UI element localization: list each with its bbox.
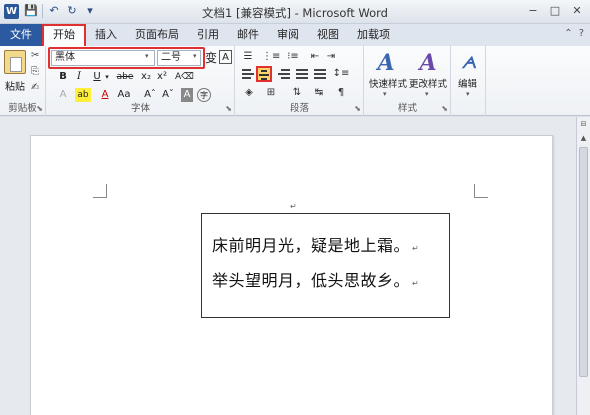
poem-line-1[interactable]: 床前明月光，疑是地上霜。 ↵: [212, 232, 419, 256]
group-editing: ᗅ 编辑 ▾: [452, 46, 486, 116]
poem-text-box[interactable]: 床前明月光，疑是地上霜。 ↵ 举头望明月，低头思故乡。 ↵: [201, 213, 450, 318]
italic-button[interactable]: I: [73, 70, 85, 84]
superscript-button[interactable]: x²: [155, 70, 169, 84]
group-paragraph: ☰ ⋮≡ ⁝≡ ⇤ ⇥ ↕≡ ◈ ⊞ ⇅ ↹ ¶ 段落 ⬊: [236, 46, 364, 116]
tab-file[interactable]: 文件: [0, 24, 42, 46]
strikethrough-button[interactable]: abe: [115, 70, 135, 84]
change-styles-dropdown-icon[interactable]: ▾: [425, 90, 429, 98]
numbering-icon[interactable]: ⋮≡: [262, 50, 280, 64]
tab-references[interactable]: 引用: [188, 24, 228, 46]
multilevel-list-icon[interactable]: ⁝≡: [284, 50, 302, 64]
underline-button[interactable]: U: [91, 70, 103, 84]
window-controls: − □ ✕: [526, 4, 584, 18]
paragraph-launcher-icon[interactable]: ⬊: [354, 104, 361, 113]
tab-review[interactable]: 审阅: [268, 24, 308, 46]
format-painter-icon[interactable]: ✍: [31, 82, 39, 93]
help-icon[interactable]: ?: [579, 28, 584, 39]
decrease-indent-icon[interactable]: ⇤: [308, 50, 322, 64]
show-marks-icon[interactable]: ¶: [334, 86, 348, 100]
minimize-button[interactable]: −: [526, 4, 540, 18]
align-left-button[interactable]: [240, 67, 256, 83]
tab-page-layout[interactable]: 页面布局: [126, 24, 188, 46]
paste-button-label[interactable]: 粘贴: [4, 78, 26, 93]
quick-access-toolbar: 💾 ↶ ↻ ▾: [24, 3, 97, 19]
margin-corner-top-right: [474, 184, 488, 198]
line-spacing-icon[interactable]: ↕≡: [332, 67, 350, 81]
bullets-icon[interactable]: ☰: [240, 50, 256, 64]
redo-icon[interactable]: ↻: [65, 3, 79, 19]
scroll-up-icon[interactable]: ▲: [579, 133, 588, 143]
clear-formatting-icon[interactable]: A⌫: [175, 70, 194, 84]
borders-icon[interactable]: ⊞: [262, 86, 280, 100]
increase-indent-icon[interactable]: ⇥: [324, 50, 338, 64]
quick-styles-icon[interactable]: A: [373, 50, 399, 76]
styles-launcher-icon[interactable]: ⬊: [441, 104, 448, 113]
poem-line-2[interactable]: 举头望明月，低头思故乡。 ↵: [212, 267, 419, 291]
paragraph-mark: ↵: [412, 244, 420, 253]
scroll-thumb[interactable]: [579, 147, 588, 377]
qat-customize-icon[interactable]: ▾: [83, 3, 97, 19]
quick-styles-dropdown-icon[interactable]: ▾: [383, 90, 387, 98]
find-replace-icon[interactable]: ᗅ: [456, 50, 482, 76]
ribbon-tabs: 开始 插入 页面布局 引用 邮件 审阅 视图 加载项: [42, 24, 399, 46]
group-clipboard: 粘贴 ✂ ⎘ ✍ 剪贴板 ⬊: [0, 46, 46, 116]
close-button[interactable]: ✕: [570, 4, 584, 18]
ribbon-tab-row: 文件 开始 插入 页面布局 引用 邮件 审阅 视图 加载项 ⌃ ?: [0, 24, 590, 46]
minimize-ribbon-icon[interactable]: ⌃: [564, 28, 572, 39]
clipboard-launcher-icon[interactable]: ⬊: [36, 104, 43, 113]
styles-group-label: 样式: [397, 103, 417, 114]
empty-paragraph-mark: ↵: [290, 202, 297, 211]
group-font: 黑体 ▾ 二号 ▾ 变 A B I U ▾ abe x₂ x² A⌫ A ab …: [47, 46, 235, 116]
tabrow-right: ⌃ ?: [564, 28, 584, 39]
phonetic-guide-icon[interactable]: 变: [204, 51, 218, 65]
ribbon: 粘贴 ✂ ⎘ ✍ 剪贴板 ⬊ 黑体 ▾ 二号 ▾ 变 A B I U ▾ abe…: [0, 46, 590, 116]
editing-dropdown-icon[interactable]: ▾: [466, 90, 470, 98]
undo-icon[interactable]: ↶: [47, 3, 61, 19]
save-icon[interactable]: 💾: [24, 3, 38, 19]
change-styles-label[interactable]: 更改样式: [409, 76, 447, 90]
tab-insert[interactable]: 插入: [86, 24, 126, 46]
font-name-select[interactable]: 黑体: [51, 50, 155, 66]
word-app-icon[interactable]: W: [4, 4, 19, 19]
group-styles: A 快速样式 ▾ A 更改样式 ▾ 样式 ⬊: [365, 46, 451, 116]
copy-icon[interactable]: ⎘: [31, 66, 39, 77]
paragraph-group-label: 段落: [289, 103, 309, 114]
paste-icon[interactable]: [4, 50, 26, 74]
ruler-toggle-icon[interactable]: ⊟: [579, 119, 588, 129]
tab-view[interactable]: 视图: [308, 24, 348, 46]
maximize-button[interactable]: □: [548, 4, 562, 18]
subscript-button[interactable]: x₂: [139, 70, 153, 84]
font-launcher-icon[interactable]: ⬊: [225, 104, 232, 113]
character-border-icon[interactable]: A: [219, 50, 232, 64]
underline-dropdown-icon[interactable]: ▾: [103, 70, 111, 84]
vertical-scrollbar[interactable]: ⊟ ▲: [576, 117, 590, 415]
sort-icon[interactable]: ⇅: [290, 86, 304, 100]
tab-mailings[interactable]: 邮件: [228, 24, 268, 46]
poem-line-1-text: 床前明月光，疑是地上霜。: [212, 236, 411, 255]
distributed-button[interactable]: [312, 67, 328, 83]
title-bar: W 💾 ↶ ↻ ▾ 文档1 [兼容模式] - Microsoft Word − …: [0, 0, 590, 24]
tab-addins[interactable]: 加载项: [348, 24, 399, 46]
cut-icon[interactable]: ✂: [31, 50, 39, 61]
editing-group-label[interactable]: 编辑: [458, 76, 477, 90]
chinese-layout-icon[interactable]: ↹: [312, 86, 326, 100]
qat-separator: [42, 4, 43, 18]
shading-icon[interactable]: ◈: [240, 86, 258, 100]
quick-styles-label[interactable]: 快速样式: [369, 76, 407, 90]
margin-corner-top-left: [93, 184, 107, 198]
justify-button[interactable]: [294, 67, 310, 83]
align-center-button[interactable]: [256, 66, 272, 82]
paragraph-mark: ↵: [412, 279, 420, 288]
poem-line-2-text: 举头望明月，低头思故乡。: [212, 271, 411, 290]
tab-home[interactable]: 开始: [42, 24, 86, 46]
bold-button[interactable]: B: [57, 70, 69, 84]
font-group-label: 字体: [130, 103, 150, 114]
change-styles-icon[interactable]: A: [415, 50, 441, 76]
align-right-button[interactable]: [276, 67, 292, 83]
